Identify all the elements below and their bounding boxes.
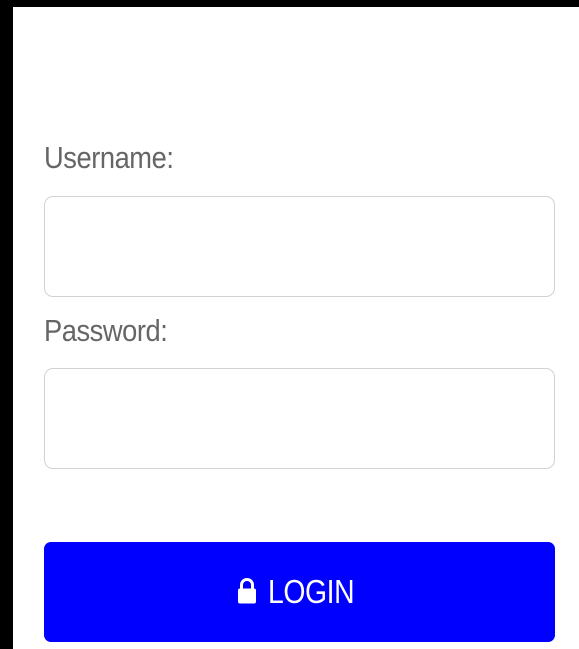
login-panel: Username: Password: LOGIN — [13, 7, 579, 649]
lock-icon — [237, 576, 257, 606]
login-button[interactable]: LOGIN — [44, 542, 555, 642]
login-label: LOGIN — [268, 573, 355, 610]
username-input[interactable] — [44, 196, 555, 297]
username-label: Username: — [44, 140, 174, 175]
password-input[interactable] — [44, 368, 555, 469]
password-label: Password: — [44, 313, 168, 348]
